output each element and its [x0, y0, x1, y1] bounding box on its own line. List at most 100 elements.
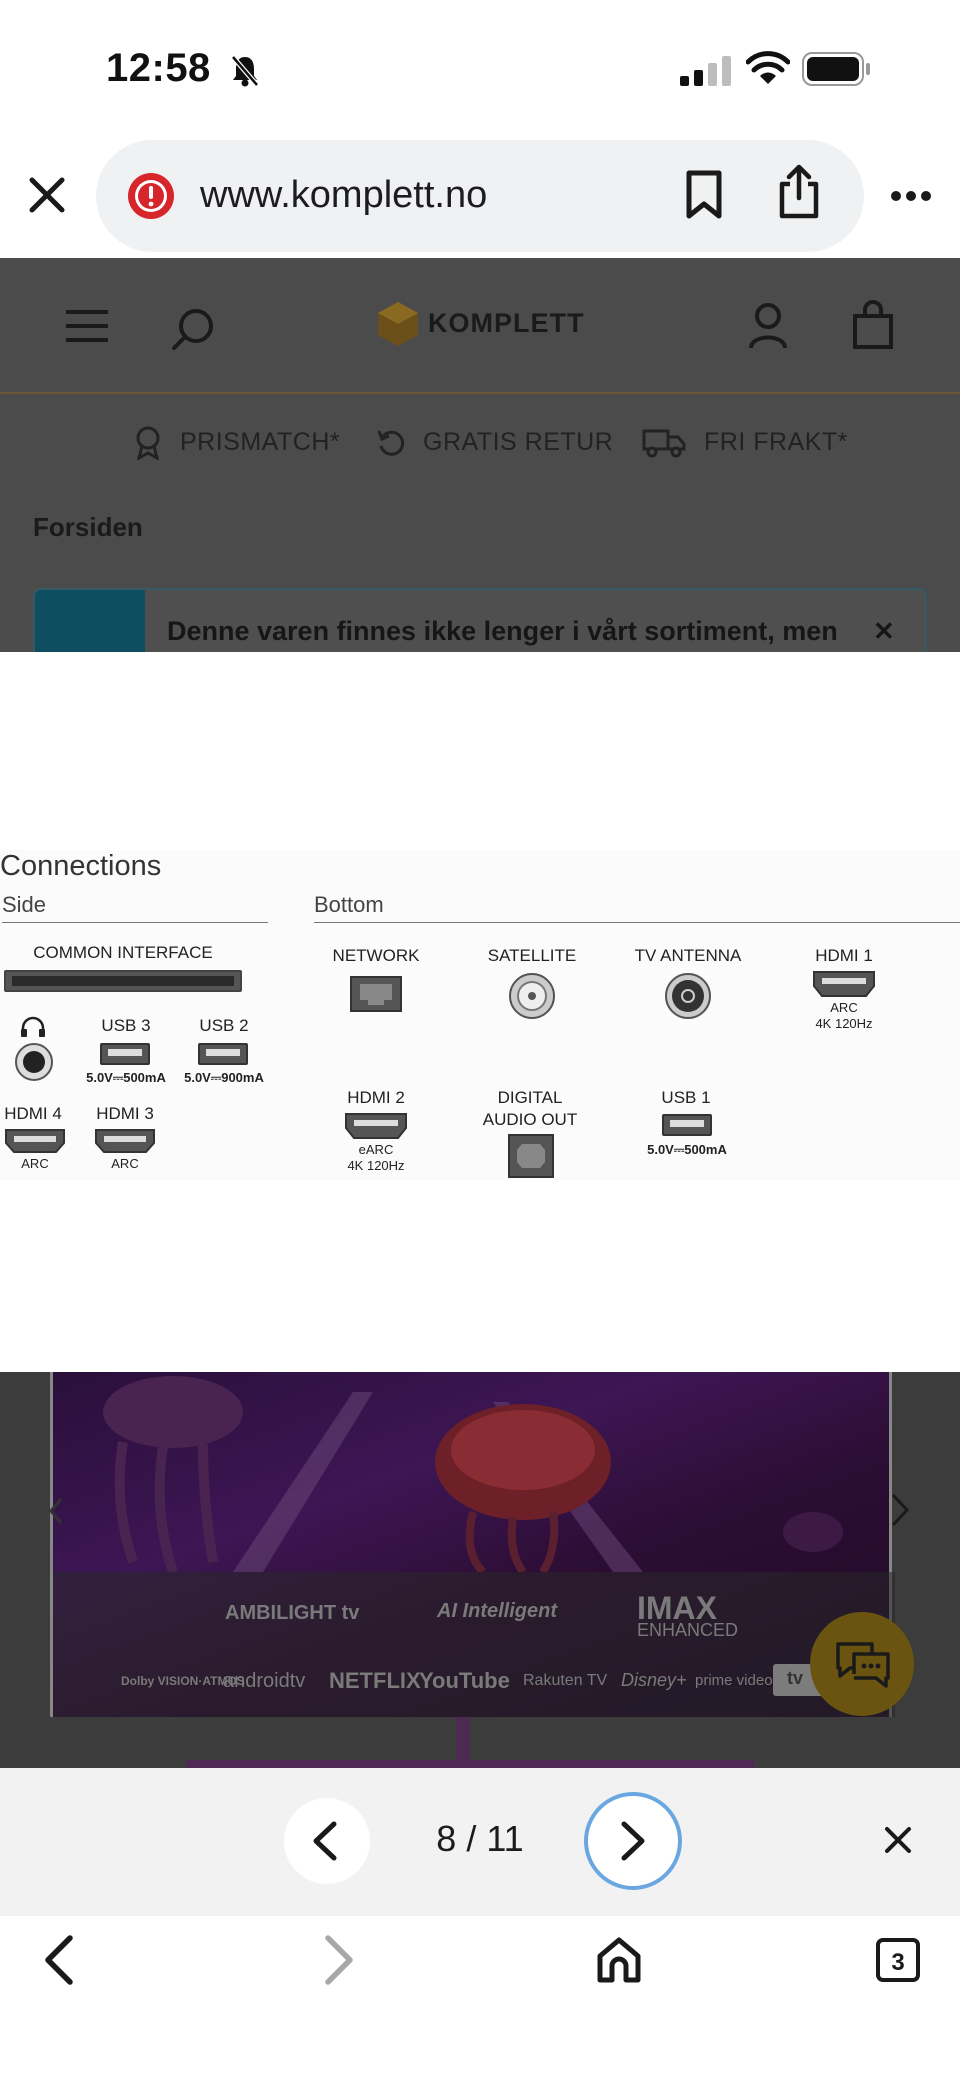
truck-icon — [642, 429, 686, 458]
account-icon[interactable] — [748, 302, 788, 350]
image-viewer: Connections Side Bottom COMMON INTERFACE… — [0, 652, 960, 1372]
status-bar: 12:58 — [0, 0, 960, 130]
usb1-label: USB 1 — [661, 1088, 711, 1107]
home-icon[interactable] — [596, 1936, 642, 1984]
tv-feature-band: AMBILIGHT tv AI Intelligent IMAX ENHANCE… — [53, 1572, 895, 1717]
side-label: Side — [2, 892, 47, 917]
hdmi3-port — [95, 1129, 155, 1153]
carousel-prev-arrow-icon[interactable] — [48, 1496, 64, 1526]
hdmi1-label: HDMI 1 — [815, 946, 873, 965]
notice-accent — [35, 590, 145, 652]
jellyfish-graphic — [103, 1376, 843, 1572]
discontinued-notice: Denne varen finnes ikke lenger i vårt so… — [33, 588, 927, 652]
menu-icon[interactable] — [66, 310, 108, 342]
hdmi1-sub-arc: ARC — [830, 1000, 858, 1015]
tv-stand-base — [186, 1760, 754, 1768]
komplett-logo-icon[interactable] — [376, 300, 420, 348]
hdmi2-label: HDMI 2 — [347, 1088, 405, 1107]
chat-icon — [836, 1642, 890, 1688]
browser-toolbar: 3 — [0, 1916, 960, 2086]
tv-antenna-port — [665, 973, 711, 1019]
satellite-label: SATELLITE — [487, 946, 577, 965]
tv-product-image: AMBILIGHT tv AI Intelligent IMAX ENHANCE… — [0, 1372, 960, 1768]
hdmi3-sub: ARC — [111, 1156, 139, 1171]
site-header: KOMPLETT — [0, 258, 960, 394]
wifi-icon — [746, 51, 790, 84]
chevron-left-icon — [313, 1821, 337, 1861]
connections-title: Connections — [0, 850, 162, 882]
digital-audio-label-2: AUDIO OUT — [482, 1110, 578, 1129]
connections-diagram: Connections Side Bottom COMMON INTERFACE… — [0, 850, 960, 1180]
satellite-port — [509, 973, 555, 1019]
battery-icon — [802, 52, 870, 86]
hdmi1-port — [813, 971, 875, 997]
rakuten-logo: Rakuten TV — [523, 1672, 608, 1689]
disney-logo: Disney+ — [621, 1670, 687, 1690]
usp-prismatch: PRISMATCH* — [180, 428, 341, 456]
common-interface-label: COMMON INTERFACE — [33, 943, 213, 962]
hdmi4-label: HDMI 4 — [4, 1104, 62, 1123]
usb2-port — [198, 1043, 248, 1065]
image-pager: 8 / 11 — [0, 1768, 960, 1916]
notice-close-icon[interactable]: ✕ — [873, 616, 895, 647]
androidtv-logo: androidtv — [223, 1670, 306, 1692]
breadcrumb[interactable]: Forsiden — [33, 512, 143, 543]
search-icon[interactable] — [170, 306, 216, 352]
tv-screen: AMBILIGHT tv AI Intelligent IMAX ENHANCE… — [50, 1372, 895, 1717]
cellular-signal-icon — [680, 56, 731, 86]
hdmi2-sub-4k: 4K 120Hz — [347, 1158, 405, 1173]
bottom-divider — [314, 922, 960, 923]
next-image-button[interactable] — [584, 1792, 682, 1890]
share-icon[interactable] — [776, 164, 822, 220]
tabs-button[interactable]: 3 — [876, 1938, 920, 1982]
digital-audio-label-1: DIGITAL — [497, 1088, 563, 1107]
hdmi1-sub-4k: 4K 120Hz — [815, 1016, 873, 1031]
hdmi2-port — [345, 1113, 407, 1139]
usb3-spec: 5.0V⎓500mA — [86, 1070, 166, 1085]
headphone-jack-port — [15, 1043, 53, 1081]
site-logo[interactable]: KOMPLETT — [428, 308, 585, 339]
more-options-icon[interactable] — [890, 190, 932, 202]
address-bar[interactable]: www.komplett.no — [96, 140, 864, 252]
appletv-logo: tv — [787, 1668, 804, 1688]
status-time: 12:58 — [106, 46, 211, 90]
common-interface-slot — [4, 970, 242, 992]
usb1-port — [662, 1114, 712, 1136]
usb1-spec: 5.0V⎓500mA — [647, 1142, 727, 1157]
browser-address-row: www.komplett.no — [0, 130, 960, 258]
hdmi4-port — [5, 1129, 65, 1153]
notice-text: Denne varen finnes ikke lenger i vårt so… — [167, 616, 838, 646]
return-icon — [377, 430, 405, 456]
tv-antenna-label: TV ANTENNA — [634, 946, 742, 965]
url-text[interactable]: www.komplett.no — [200, 174, 487, 217]
browser-back-icon[interactable] — [42, 1934, 76, 1986]
cart-icon[interactable] — [852, 300, 894, 350]
usp-fri-frakt: FRI FRAKT* — [704, 428, 848, 456]
youtube-logo: YouTube — [419, 1668, 510, 1693]
netflix-logo: NETFLIX — [329, 1668, 421, 1693]
browser-forward-icon[interactable] — [322, 1934, 356, 1986]
hdmi3-label: HDMI 3 — [96, 1104, 154, 1123]
network-label: NETWORK — [332, 946, 420, 965]
close-tab-icon[interactable] — [28, 176, 66, 214]
chat-button[interactable] — [810, 1612, 914, 1716]
usb2-label: USB 2 — [199, 1016, 249, 1035]
usb3-label: USB 3 — [101, 1016, 151, 1035]
carousel-next-arrow-icon[interactable] — [890, 1492, 910, 1528]
security-warning-icon[interactable] — [126, 171, 176, 221]
tabs-count: 3 — [891, 1949, 905, 1976]
prime-logo: prime video — [695, 1672, 773, 1689]
bottom-label: Bottom — [314, 892, 384, 917]
prismatch-icon — [136, 426, 160, 460]
usp-gratis-retur: GRATIS RETUR — [423, 428, 614, 456]
bell-slash-icon — [231, 55, 259, 87]
network-port — [350, 976, 402, 1012]
previous-image-button[interactable] — [284, 1798, 370, 1884]
ai-logo: AI Intelligent — [437, 1600, 557, 1622]
image-counter: 8 / 11 — [436, 1818, 524, 1859]
close-viewer-icon[interactable] — [884, 1826, 912, 1854]
headphone-icon — [21, 1016, 45, 1037]
bookmark-icon[interactable] — [684, 170, 724, 220]
hdmi2-sub-earc: eARC — [358, 1142, 394, 1157]
imax-enhanced: ENHANCED — [637, 1620, 739, 1640]
